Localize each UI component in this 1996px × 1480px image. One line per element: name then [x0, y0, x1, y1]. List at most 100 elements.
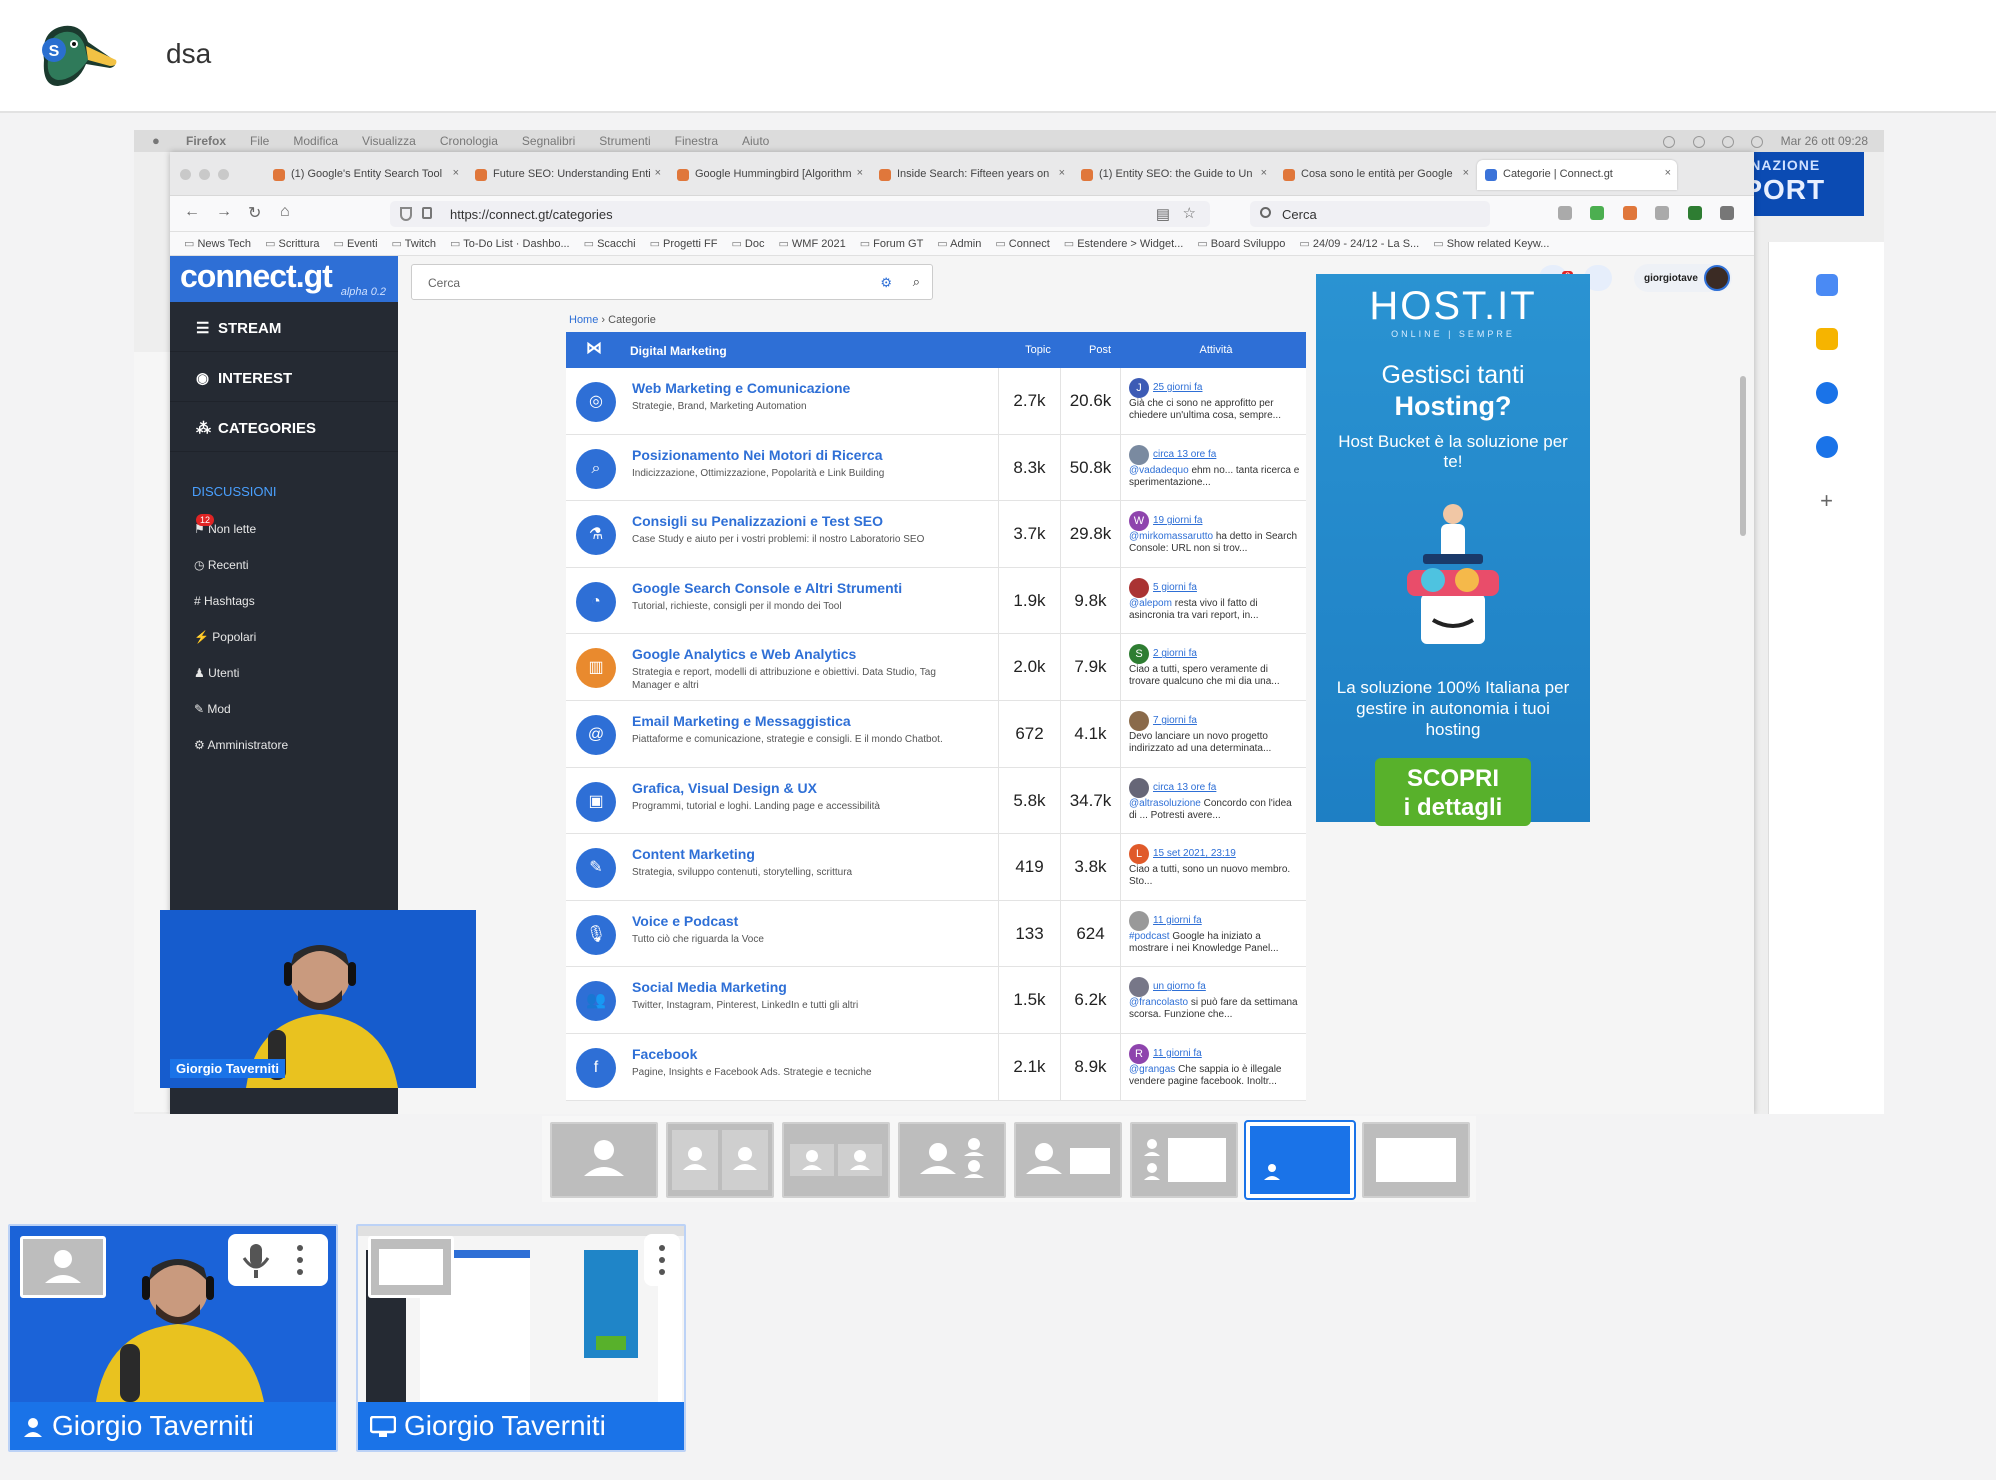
menu-icon[interactable] — [1720, 206, 1734, 220]
extension-icon[interactable] — [1655, 206, 1670, 220]
more-options-icon[interactable] — [644, 1234, 680, 1286]
activity-user[interactable]: @grangas — [1129, 1064, 1175, 1075]
bookmark-star-icon[interactable]: ☆ — [1183, 204, 1196, 222]
category-name[interactable]: Web Marketing e Comunicazione — [632, 380, 850, 396]
activity-time[interactable]: 11 giorni fa — [1153, 1048, 1202, 1059]
category-latest-activity[interactable]: L 15 set 2021, 23:19 Ciao a tutti, sono u… — [1120, 834, 1306, 901]
reload-icon[interactable]: ↻ — [248, 203, 261, 223]
bookmark-item[interactable]: Connect — [995, 238, 1049, 250]
category-name[interactable]: Grafica, Visual Design & UX — [632, 780, 817, 796]
close-tab-icon[interactable]: × — [1665, 167, 1671, 179]
category-row[interactable]: ▥ Google Analytics e Web Analytics Strateg… — [566, 634, 1306, 701]
keep-icon[interactable] — [1815, 328, 1838, 350]
bookmark-item[interactable]: Admin — [937, 238, 981, 250]
link-users[interactable]: ♟ Utenti — [170, 654, 398, 690]
activity-user[interactable]: @altrasoluzione — [1129, 798, 1201, 809]
category-latest-activity[interactable]: 5 giorni fa @alepom resta vivo il fatto d… — [1120, 567, 1306, 634]
bookmark-item[interactable]: Scrittura — [265, 238, 319, 250]
add-icon[interactable]: + — [1769, 488, 1884, 514]
close-tab-icon[interactable]: × — [857, 167, 863, 179]
browser-tab[interactable]: Cosa sono le entità per Google × — [1275, 160, 1475, 190]
category-latest-activity[interactable]: circa 13 ore fa @altrasoluzione Concordo … — [1120, 767, 1306, 834]
close-tab-icon[interactable]: × — [1463, 167, 1469, 179]
category-row[interactable]: ✎ Content Marketing Strategia, sviluppo co… — [566, 834, 1306, 901]
layout-person-plus-screen[interactable] — [1014, 1122, 1122, 1198]
bookmark-item[interactable]: 24/09 - 24/12 - La S... — [1299, 238, 1419, 250]
bookmark-item[interactable]: Show related Keyw... — [1433, 238, 1549, 250]
status-icon[interactable] — [1692, 135, 1705, 148]
category-latest-activity[interactable]: S 2 giorni fa Ciao a tutti, spero veramen… — [1120, 634, 1306, 701]
bookmark-item[interactable]: WMF 2021 — [778, 238, 845, 250]
tasks-icon[interactable] — [1815, 382, 1838, 404]
close-tab-icon[interactable]: × — [655, 167, 661, 179]
browser-tab[interactable]: Future SEO: Understanding Enti × — [467, 160, 667, 190]
calendar-icon[interactable] — [1815, 274, 1838, 296]
layout-list-plus-screen[interactable] — [1130, 1122, 1238, 1198]
category-latest-activity[interactable]: J 25 giorni fa Già che ci sono ne approfi… — [1120, 368, 1306, 434]
close-tab-icon[interactable]: × — [1059, 167, 1065, 179]
bookmark-item[interactable]: News Tech — [184, 238, 251, 250]
nav-categories[interactable]: ⁂ CATEGORIES — [170, 402, 398, 452]
link-mod[interactable]: ✎ Mod — [170, 690, 398, 726]
mac-menu-item[interactable]: Finestra — [675, 134, 718, 148]
category-row[interactable]: @ Email Marketing e Messaggistica Piattafo… — [566, 700, 1306, 768]
mac-menu-item[interactable]: Aiuto — [742, 134, 769, 148]
activity-time[interactable]: un giorno fa — [1153, 981, 1206, 992]
category-name[interactable]: Posizionamento Nei Motori di Ricerca — [632, 447, 883, 463]
category-row[interactable]: 👥 Social Media Marketing Twitter, Instagra… — [566, 967, 1306, 1034]
category-name[interactable]: Email Marketing e Messaggistica — [632, 713, 851, 729]
home-icon[interactable]: ⌂ — [280, 203, 290, 221]
forward-icon[interactable]: → — [216, 203, 232, 221]
page-scrollbar[interactable] — [1740, 376, 1746, 536]
user-menu[interactable]: giorgiotave — [1634, 264, 1732, 292]
layout-screen-with-pip[interactable] — [1244, 1120, 1356, 1200]
bookmark-item[interactable]: Doc — [731, 238, 764, 250]
link-popular[interactable]: ⚡ Popolari — [170, 618, 398, 654]
site-brand[interactable]: connect.gt alpha 0.2 — [170, 256, 398, 302]
mac-menu-item[interactable]: Visualizza — [362, 134, 416, 148]
more-options-icon[interactable] — [297, 1245, 303, 1275]
activity-user[interactable]: @alepom — [1129, 598, 1172, 609]
bookmark-item[interactable]: Progetti FF — [650, 238, 718, 250]
share-icon[interactable]: ⋈ — [586, 338, 602, 358]
participant-tile-screen[interactable]: Giorgio Taverniti — [356, 1224, 686, 1452]
category-latest-activity[interactable]: W 19 giorni fa @mirkomassarutto ha detto i… — [1120, 501, 1306, 568]
link-unread[interactable]: 12 ⚑ Non lette — [170, 510, 398, 546]
status-icon[interactable] — [1721, 135, 1734, 148]
category-row[interactable]: ◔ Google Search Console e Altri Strumenti… — [566, 567, 1306, 635]
contacts-icon[interactable] — [1815, 436, 1838, 458]
browser-tab[interactable]: (1) Google's Entity Search Tool × — [265, 160, 465, 190]
browser-search[interactable]: Cerca — [1250, 201, 1490, 227]
search-icon[interactable]: ⌕ — [913, 274, 920, 290]
activity-time[interactable]: 15 set 2021, 23:19 — [1153, 848, 1236, 859]
category-row[interactable]: f Facebook Pagine, Insights e Facebook Ads… — [566, 1033, 1306, 1101]
mac-menu-item[interactable]: Segnalibri — [522, 134, 575, 148]
extension-icon[interactable] — [1590, 206, 1605, 220]
category-latest-activity[interactable]: 7 giorni fa Devo lanciare un novo proget… — [1120, 700, 1306, 767]
mac-menu-item[interactable]: Firefox — [186, 134, 226, 148]
activity-time[interactable]: 25 giorni fa — [1153, 382, 1202, 393]
browser-tab[interactable]: Google Hummingbird [Algorithm × — [669, 160, 869, 190]
bookmark-item[interactable]: Forum GT — [860, 238, 924, 250]
layout-two-grid[interactable] — [782, 1122, 890, 1198]
layout-single[interactable] — [550, 1122, 658, 1198]
layout-screen-only[interactable] — [1362, 1122, 1470, 1198]
activity-user[interactable]: #podcast — [1129, 931, 1170, 942]
category-row[interactable]: ⚗ Consigli su Penalizzazioni e Test SEO Ca… — [566, 501, 1306, 568]
breadcrumb-home[interactable]: Home — [569, 314, 598, 326]
bookmark-item[interactable]: To-Do List · Dashbo... — [450, 238, 570, 250]
mac-menu-item[interactable]: Cronologia — [440, 134, 498, 148]
category-row[interactable]: ◎ Web Marketing e Comunicazione Strategie,… — [566, 368, 1306, 435]
layout-one-plus-two[interactable] — [898, 1122, 1006, 1198]
bookmark-item[interactable]: Estendere > Widget... — [1064, 238, 1184, 250]
microphone-icon[interactable] — [242, 1244, 270, 1278]
activity-user[interactable]: @mirkomassarutto — [1129, 531, 1213, 542]
extension-icon[interactable] — [1622, 206, 1637, 220]
status-icon[interactable] — [1663, 135, 1676, 148]
close-tab-icon[interactable]: × — [1261, 167, 1267, 179]
category-latest-activity[interactable]: 11 giorni fa #podcast Google ha iniziato … — [1120, 900, 1306, 967]
layout-two-up[interactable] — [666, 1122, 774, 1198]
mac-menu-item[interactable]: File — [250, 134, 269, 148]
link-admin[interactable]: ⚙ Amministratore — [170, 726, 398, 762]
status-icon[interactable] — [1751, 135, 1764, 148]
